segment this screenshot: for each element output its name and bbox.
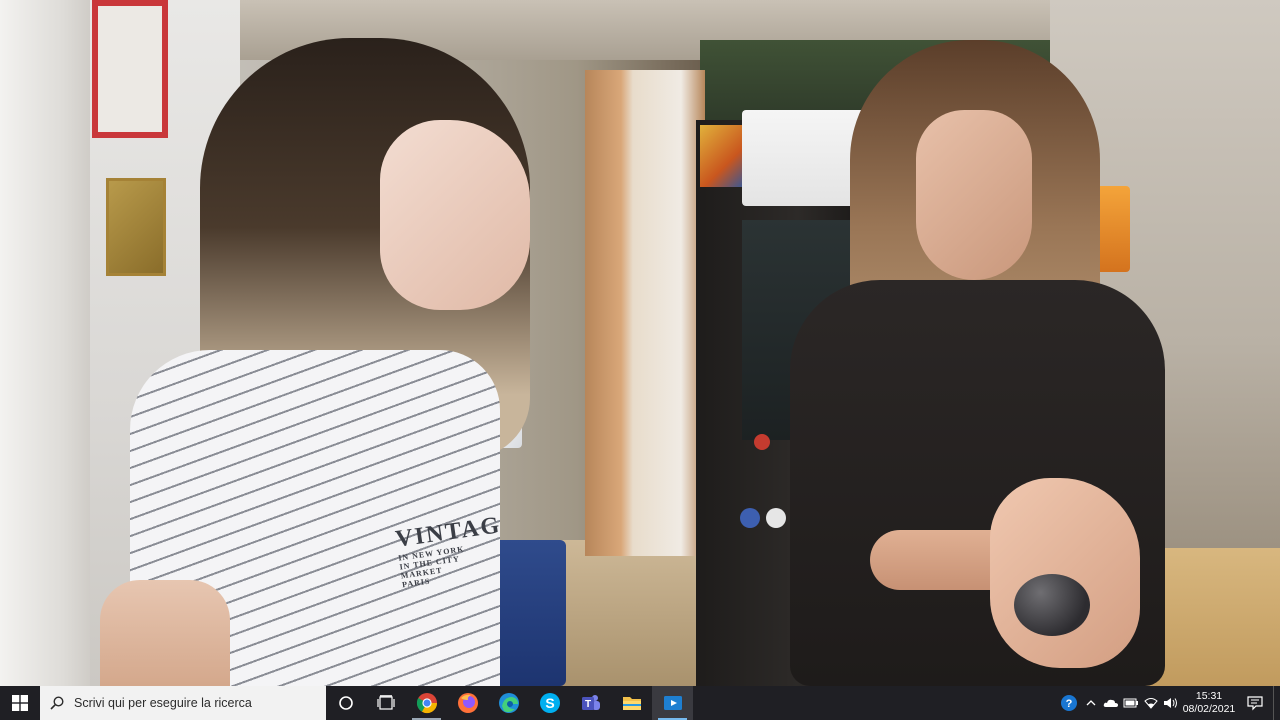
- clock-time: 15:31: [1195, 690, 1223, 702]
- cloud-icon: [1103, 699, 1118, 707]
- search-icon: [50, 696, 64, 710]
- taskbar-app-firefox[interactable]: [447, 686, 488, 720]
- show-hidden-icons-button[interactable]: [1081, 686, 1101, 720]
- volume-button[interactable]: [1161, 686, 1181, 720]
- help-button[interactable]: ?: [1057, 686, 1081, 720]
- curtain: [0, 0, 90, 686]
- dark-ball: [1014, 574, 1090, 636]
- chevron-up-icon: [1086, 700, 1096, 706]
- search-input[interactable]: Scrivi qui per eseguire la ricerca: [40, 686, 326, 720]
- edge-icon: [498, 693, 519, 713]
- onedrive-button[interactable]: [1101, 686, 1121, 720]
- chrome-icon: [416, 693, 437, 714]
- folder-icon: [622, 697, 641, 710]
- help-icon: ?: [1061, 695, 1077, 711]
- clock[interactable]: 15:31 08/02/2021: [1181, 686, 1237, 720]
- svg-text:S: S: [545, 695, 554, 711]
- teams-icon: T: [581, 695, 600, 710]
- task-view-icon: [377, 695, 395, 710]
- left-person-arm: [100, 580, 230, 686]
- battery-button[interactable]: [1121, 686, 1141, 720]
- arcade-button-white: [766, 508, 786, 528]
- shirt-print: VINTAG IN NEW YORK IN THE CITY MARKET PA…: [394, 512, 504, 675]
- taskbar-app-media-player[interactable]: [652, 686, 693, 720]
- right-person-hand: [990, 478, 1140, 668]
- taskbar-app-skype[interactable]: S: [529, 686, 570, 720]
- battery-icon: [1123, 698, 1138, 708]
- search-placeholder: Scrivi qui per eseguire la ricerca: [74, 696, 252, 710]
- arcade-marquee: [700, 125, 748, 187]
- show-desktop-button[interactable]: [1273, 686, 1280, 720]
- network-button[interactable]: [1141, 686, 1161, 720]
- task-view-button[interactable]: [366, 686, 406, 720]
- doorframe: [585, 70, 705, 556]
- firefox-icon: [457, 693, 478, 713]
- video-player-icon: [663, 696, 682, 710]
- wifi-icon: [1144, 698, 1158, 709]
- taskbar-app-file-explorer[interactable]: [611, 686, 652, 720]
- arcade-button-blue: [740, 508, 760, 528]
- windows-logo-icon: [12, 695, 28, 711]
- start-button[interactable]: [0, 686, 40, 720]
- right-person-face: [916, 110, 1032, 280]
- svg-text:?: ?: [1066, 698, 1073, 710]
- svg-text:T: T: [584, 699, 590, 710]
- taskbar-app-teams[interactable]: T: [570, 686, 611, 720]
- taskbar-app-edge[interactable]: [488, 686, 529, 720]
- cortana-circle-icon: [339, 696, 353, 710]
- arcade-joystick: [754, 434, 770, 450]
- cortana-button[interactable]: [326, 686, 366, 720]
- video-frame[interactable]: VINTAG IN NEW YORK IN THE CITY MARKET PA…: [0, 0, 1280, 686]
- clock-date: 08/02/2021: [1182, 703, 1236, 715]
- left-person-face: [380, 120, 530, 310]
- notification-center-button[interactable]: [1237, 686, 1273, 720]
- desktop: VINTAG IN NEW YORK IN THE CITY MARKET PA…: [0, 0, 1280, 686]
- red-picture-frame: [92, 0, 168, 138]
- notification-center-icon: [1247, 696, 1263, 711]
- skype-icon: S: [539, 693, 560, 713]
- gold-picture-frame: [106, 178, 166, 276]
- taskbar: Scrivi qui per eseguire la ricerca S T ?…: [0, 686, 1280, 720]
- taskbar-app-chrome[interactable]: [406, 686, 447, 720]
- speaker-icon: [1164, 698, 1177, 708]
